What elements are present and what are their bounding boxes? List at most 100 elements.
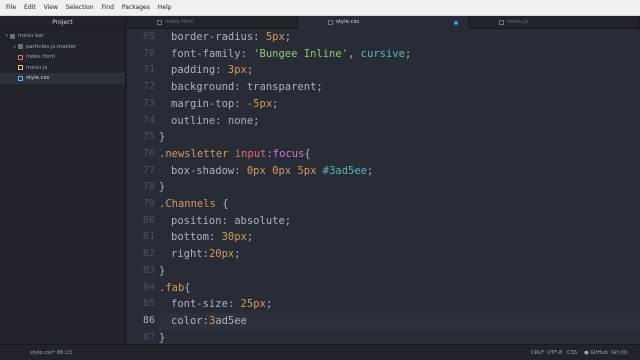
code-line[interactable]: } [159, 330, 640, 344]
tab-style-css[interactable]: style.css [298, 16, 469, 29]
tree-item-style-css[interactable]: style.css [0, 73, 125, 84]
code-token: ; [234, 248, 241, 261]
code-area[interactable]: border-radius: 5px; font-family: 'Bungee … [159, 29, 640, 344]
status-file-name[interactable]: style.css* [30, 345, 55, 360]
tree-item-label: particles.js-master [26, 43, 77, 50]
line-number: 72 [142, 81, 155, 93]
line-number: 73 [142, 97, 155, 109]
code-token: } [159, 264, 166, 277]
code-line[interactable]: border-radius: 5px; [159, 29, 640, 46]
code-token: { [304, 147, 311, 160]
code-token: 20px [208, 248, 235, 261]
status-line-ending[interactable]: CRLF [531, 345, 544, 360]
code-token: 5px [265, 31, 285, 43]
code-line[interactable]: box-shadow: 0px 0px 5px #3ad5ee; [159, 163, 640, 180]
code-line[interactable]: padding: 3px; [159, 62, 640, 79]
line-number: 79 [142, 198, 155, 209]
tree-item-menu-js[interactable]: menu.js [0, 63, 125, 74]
code-line[interactable]: background: transparent; [159, 79, 640, 96]
modified-dot-icon[interactable] [454, 20, 458, 25]
code-line[interactable]: .fab{ [159, 280, 640, 297]
status-grammar[interactable]: CSS [567, 345, 577, 360]
code-token: color: [171, 314, 209, 327]
code-line[interactable]: .Channels { [159, 196, 640, 213]
code-line[interactable]: position: absolute; [159, 213, 640, 230]
line-number: 77 [142, 164, 155, 176]
code-token: 0px [272, 164, 292, 177]
file-icon [18, 65, 23, 71]
code-token: position: absolute; [171, 214, 292, 227]
menu-bar: File Edit View Selection Find Packages Help [0, 0, 640, 16]
code-token: ; [367, 164, 374, 177]
status-github[interactable]: GitHub [590, 345, 608, 360]
code-line[interactable]: outline: none; [159, 113, 640, 130]
tree-item-label: index.html [26, 54, 55, 60]
menu-item-find[interactable]: Find [98, 0, 118, 16]
code-token: ; [265, 298, 273, 311]
menu-item-edit[interactable]: Edit [20, 0, 40, 16]
code-line[interactable]: } [159, 129, 640, 146]
code-line[interactable]: margin-top: -5px; [159, 96, 640, 113]
line-number: 86 [142, 314, 155, 326]
code-token: -5px [246, 97, 273, 110]
menu-item-view[interactable]: View [40, 0, 62, 16]
status-cursor-position[interactable]: 86:13 [57, 345, 72, 360]
code-line[interactable]: right:20px; [159, 246, 640, 263]
status-encoding[interactable]: UTF-8 [547, 345, 562, 360]
code-token: , [348, 47, 361, 60]
code-token: ad5ee [215, 314, 247, 327]
file-icon [157, 20, 162, 25]
code-token: .fab [159, 281, 185, 294]
line-number: 80 [142, 214, 155, 226]
code-line[interactable]: .newsletter input:focus{ [159, 146, 640, 163]
code-token: { [222, 198, 229, 210]
line-number: 82 [142, 248, 155, 260]
code-line[interactable]: font-family: 'Bungee Inline', cursive; [159, 46, 640, 63]
tree-item-menu-bar[interactable]: ▾ menu bar [0, 31, 125, 42]
status-bar: style.css* 86:13 CRLF UTF-8 CSS ● GitHub… [0, 344, 640, 360]
file-icon [18, 75, 23, 81]
tab-label: index.html [165, 19, 194, 25]
code-token: border-radius: [171, 31, 266, 43]
github-icon[interactable]: ● [584, 345, 589, 360]
tab-index-html[interactable]: index.html [127, 16, 298, 29]
status-git[interactable]: Git (0) [611, 345, 628, 360]
tree-item-particles-js-master[interactable]: ▸ particles.js-master [0, 42, 125, 53]
menu-item-help[interactable]: Help [154, 0, 176, 16]
project-sidebar: Project ▾ menu bar ▸ particles.js-master ind… [0, 16, 126, 344]
line-number: 83 [142, 264, 155, 276]
code-token: cursive [360, 47, 405, 60]
menu-item-packages[interactable]: Packages [118, 0, 154, 16]
code-token: } [159, 331, 166, 344]
menu-item-selection[interactable]: Selection [62, 0, 98, 16]
code-token: margin-top: [171, 97, 247, 110]
line-number: 76 [142, 147, 155, 159]
code-token: input [234, 147, 267, 160]
code-line[interactable]: } [159, 179, 640, 196]
code-token: ; [246, 231, 254, 244]
tree-item-index-html[interactable]: index.html [0, 52, 125, 63]
line-number: 87 [142, 331, 155, 343]
code-line[interactable]: color:3ad5ee [159, 312, 640, 330]
tab-label: style.css [336, 19, 360, 25]
code-line[interactable]: font-size: 25px; [159, 296, 640, 313]
folder-icon [18, 44, 23, 50]
code-token: font-size: [171, 298, 241, 311]
line-number: 71 [142, 64, 155, 76]
code-token: 0px [246, 164, 266, 177]
code-line[interactable]: bottom: 30px; [159, 229, 640, 246]
code-token: font-family: [171, 47, 254, 60]
code-token: } [159, 131, 166, 144]
code-line[interactable]: } [159, 263, 640, 280]
tab-label: menu.js [507, 19, 529, 25]
code-token: .Channels [159, 198, 223, 210]
menu-item-file[interactable]: File [2, 0, 20, 16]
code-token: 25px [240, 298, 266, 311]
code-token: #3ad5ee [322, 164, 368, 177]
tree-item-label: menu bar [18, 33, 45, 39]
tab-menu-js[interactable]: menu.js [469, 16, 640, 29]
line-number: 70 [142, 47, 155, 59]
code-token: outline: none; [171, 114, 260, 127]
code-token: 30px [221, 231, 247, 244]
code-editor[interactable]: 69 70 71 72 73 74 75 76 77 78 79 80 81 82 83 84 85 86 87 b… [127, 29, 640, 344]
